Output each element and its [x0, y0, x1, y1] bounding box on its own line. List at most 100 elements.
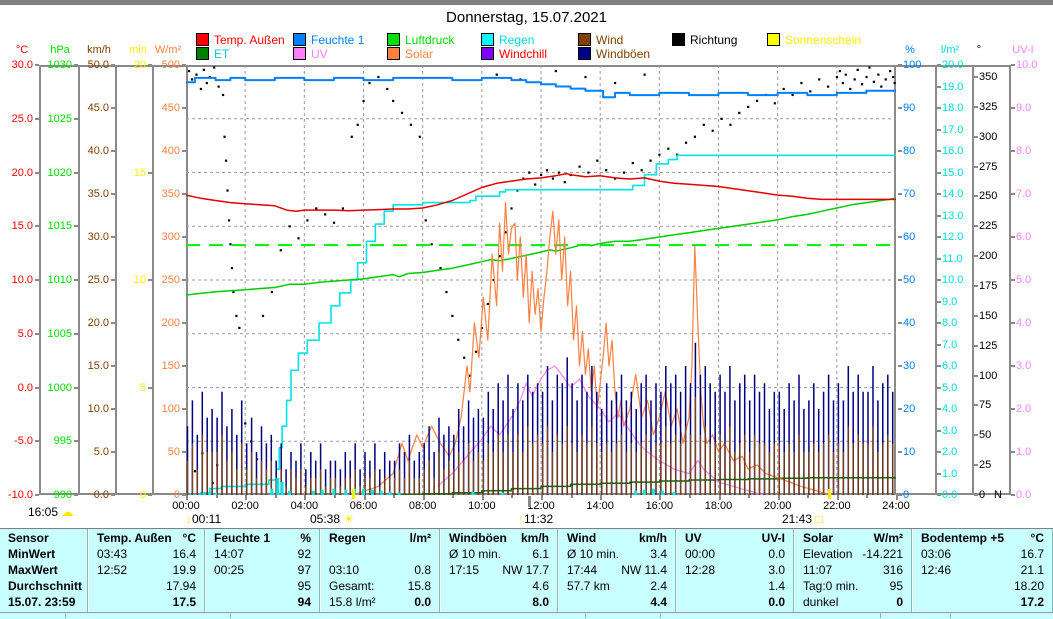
legend-swatch-icon — [481, 47, 494, 60]
rain-axis-tick-label: 9.0 — [942, 297, 982, 308]
series-windboeen — [188, 343, 893, 495]
solar-axis-unit: W/m² — [143, 44, 193, 56]
series-richtung — [223, 136, 225, 138]
x-tick-mark — [748, 495, 750, 498]
sunrise-time-label: 05:38 — [310, 512, 340, 526]
legend-item-et[interactable]: ET — [196, 47, 229, 60]
rain-axis-tick — [937, 344, 941, 346]
uv-axis-tick — [1011, 365, 1015, 367]
table-cell: 94 — [206, 594, 319, 610]
series-richtung — [487, 303, 489, 305]
series-richtung — [623, 172, 625, 174]
table-column-windb-en: Windböenkm/hØ 10 min.6.117:15NW 17.74.68… — [440, 529, 558, 613]
temp-axis-tick-label: 0.0 — [0, 383, 33, 394]
direction-axis-tick — [974, 434, 978, 436]
moonrise-time-label: 11:32 — [524, 512, 553, 526]
rain-axis-tick-label: 6.0 — [942, 361, 982, 372]
windspeed-axis-tick-label: 30.0 — [69, 232, 109, 243]
humidity-axis-tick — [898, 236, 902, 238]
pressure-axis-tick — [74, 225, 78, 227]
rain-axis-tick-label: 20.0 — [942, 60, 982, 71]
legend-item-solar[interactable]: Solar — [387, 47, 433, 60]
uv-axis-tick — [1011, 236, 1015, 238]
humidity-axis-tick — [898, 107, 902, 109]
series-richtung — [564, 181, 566, 183]
sunset-square-icon: □ — [815, 512, 822, 526]
series-richtung — [578, 166, 580, 168]
series-richtung — [827, 86, 829, 88]
sunshine-axis-tick — [148, 172, 152, 174]
series-richtung — [839, 70, 841, 72]
series-richtung — [315, 207, 317, 209]
table-cell: 17.94 — [89, 578, 204, 594]
x-tick-label: 00:00 — [164, 500, 208, 512]
series-richtung — [791, 94, 793, 96]
table-cell: 14:0792 — [206, 546, 319, 562]
direction-axis-tick-label: 150 — [979, 311, 1019, 322]
legend-label: Sonnenschein — [785, 33, 861, 47]
table-cell: 00:000.0 — [677, 546, 793, 562]
legend-item-windchill[interactable]: Windchill — [481, 47, 547, 60]
table-cell: 15.8 l/m²0.0 — [321, 594, 439, 610]
table-column-header: Regenl/m² — [321, 530, 439, 546]
chart-canvas[interactable] — [186, 65, 896, 495]
sunset-time-label: 21:43 — [782, 512, 812, 526]
pressure-axis-tick-label: 1025 — [32, 114, 72, 125]
rain-axis-tick — [937, 215, 941, 217]
series-richtung — [552, 177, 554, 179]
x-tick-mark — [689, 495, 691, 498]
table-row-label: 15.07. 23:59 — [0, 594, 87, 610]
legend-item-temp-au-en[interactable]: Temp. Außen — [196, 33, 285, 46]
table-row-label: Sensor — [0, 530, 87, 546]
table-column-header: Feuchte 1% — [206, 530, 319, 546]
table-cell: 03:0616.7 — [913, 546, 1052, 562]
legend-item-wind[interactable]: Wind — [578, 33, 623, 46]
uv-axis-tick-label: 9.0 — [1016, 103, 1053, 114]
legend-swatch-icon — [196, 33, 209, 46]
legend-label: Feuchte 1 — [311, 33, 364, 47]
rain-axis-tick-label: 15.0 — [942, 168, 982, 179]
series-richtung — [857, 69, 859, 71]
x-tick-mark — [275, 495, 277, 498]
rain-axis-tick — [937, 430, 941, 432]
series-richtung — [271, 291, 273, 293]
series-richtung — [333, 222, 335, 224]
solar-axis-tick-label: 100 — [140, 404, 180, 415]
x-tick-mark — [511, 495, 513, 498]
series-richtung — [712, 130, 714, 132]
rain-axis-tick-label: 16.0 — [942, 146, 982, 157]
series-richtung — [528, 172, 530, 174]
rain-axis-tick — [937, 150, 941, 152]
legend-swatch-icon — [293, 33, 306, 46]
legend-item-uv[interactable]: UV — [293, 47, 328, 60]
solar-axis-tick-label: 50 — [140, 447, 180, 458]
series-richtung — [457, 339, 459, 341]
series-richtung — [419, 136, 421, 138]
series-wind — [188, 397, 893, 495]
series-richtung — [738, 112, 740, 114]
rain-axis-tick-label: 12.0 — [942, 232, 982, 243]
x-tick-mark — [216, 495, 218, 498]
rain-axis-tick — [937, 365, 941, 367]
rain-axis-tick — [937, 193, 941, 195]
direction-axis-tick — [974, 464, 978, 466]
windspeed-axis-tick-label: 15.0 — [69, 361, 109, 372]
table-cell: 4.6 — [441, 578, 557, 594]
legend-item-luftdruck[interactable]: Luftdruck — [387, 33, 454, 46]
uv-axis-tick-label: 7.0 — [1016, 189, 1053, 200]
legend-item-sonnenschein[interactable]: Sonnenschein — [767, 33, 861, 46]
series-richtung — [596, 160, 598, 162]
direction-axis-tick — [974, 285, 978, 287]
x-tick-mark — [837, 495, 839, 500]
legend-item-richtung[interactable]: Richtung — [672, 33, 737, 46]
x-tick-mark — [778, 495, 780, 500]
uv-axis-tick-label: 2.0 — [1016, 404, 1053, 415]
humidity-axis-tick — [898, 322, 902, 324]
legend-item-feuchte-1[interactable]: Feuchte 1 — [293, 33, 364, 46]
legend-item-windb-en[interactable]: Windböen — [578, 47, 650, 60]
legend-item-regen[interactable]: Regen — [481, 33, 534, 46]
series-richtung — [377, 76, 379, 78]
table-cell: 00:2597 — [206, 562, 319, 578]
uv-axis-tick-label: 10.0 — [1016, 60, 1053, 71]
pressure-axis-tick — [74, 172, 78, 174]
